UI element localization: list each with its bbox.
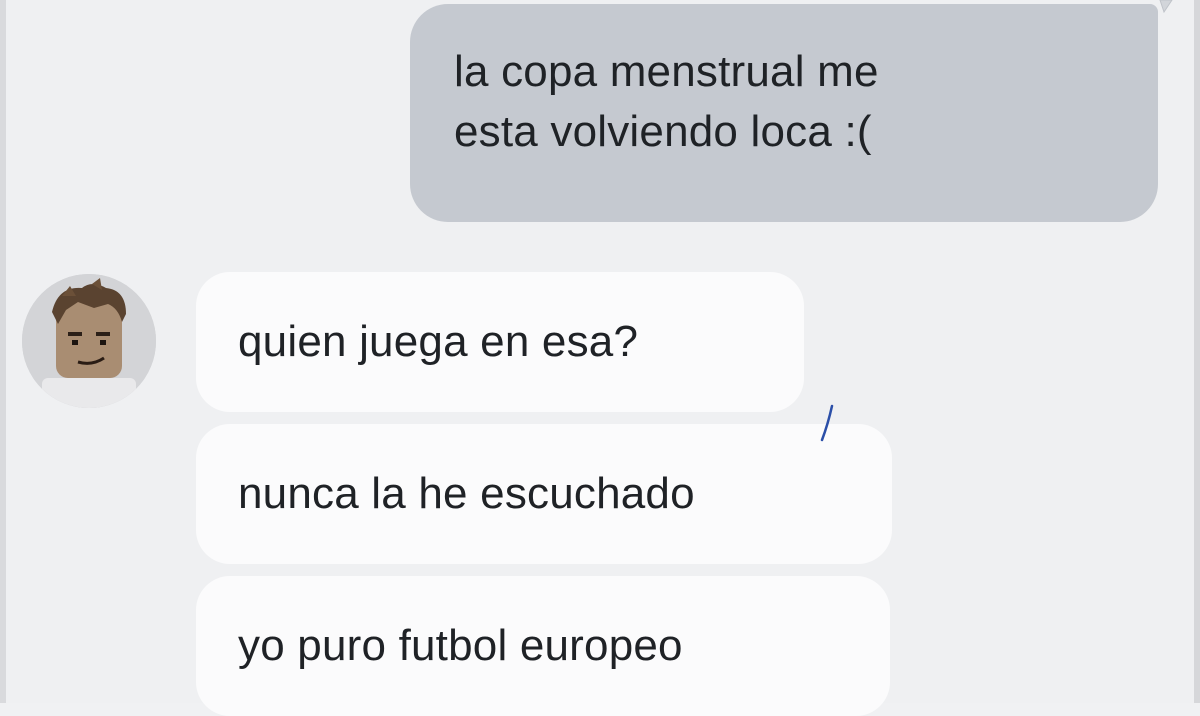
incoming-message[interactable]: nunca la he escuchado xyxy=(196,424,892,564)
chat-view: la copa menstrual me esta volviendo loca… xyxy=(0,0,1200,716)
incoming-message[interactable]: yo puro futbol europeo xyxy=(196,576,890,716)
window-edge-left xyxy=(0,0,6,703)
outgoing-message-line-1: la copa menstrual me xyxy=(454,47,879,96)
scrollbar[interactable] xyxy=(1194,0,1200,703)
incoming-message-text: quien juega en esa? xyxy=(238,317,639,366)
outgoing-message[interactable]: la copa menstrual me esta volviendo loca… xyxy=(410,4,1158,222)
bubble-tail-icon xyxy=(1158,0,1178,21)
pen-stroke-icon xyxy=(816,402,840,449)
roblox-avatar-icon xyxy=(22,274,156,408)
contact-avatar[interactable] xyxy=(22,274,156,408)
outgoing-message-line-2: esta volviendo loca :( xyxy=(454,107,872,156)
incoming-message-text: nunca la he escuchado xyxy=(238,469,695,518)
incoming-message-text: yo puro futbol europeo xyxy=(238,621,683,670)
incoming-message[interactable]: quien juega en esa? xyxy=(196,272,804,412)
